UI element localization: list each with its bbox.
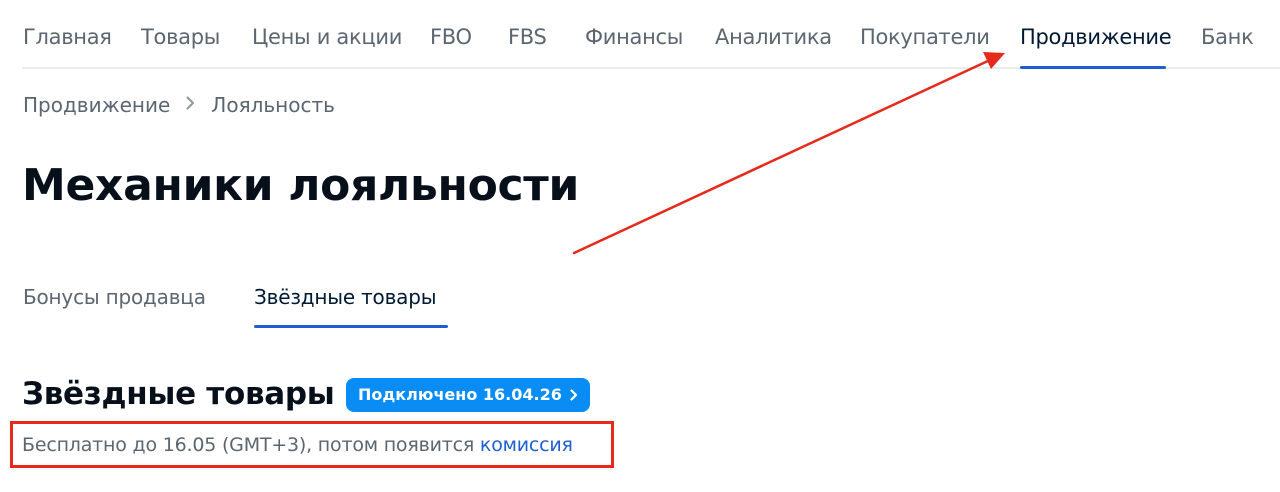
breadcrumb: Продвижение Лояльность [23,92,335,118]
nav-item-finance[interactable]: Финансы [585,24,683,50]
page-title: Механики лояльности [22,160,580,211]
tab-active-indicator [254,325,448,328]
nav-item-bank[interactable]: Банк [1201,24,1254,50]
nav-item-home[interactable]: Главная [23,24,112,50]
top-navigation: Главная Товары Цены и акции FBO FBS Фина… [0,0,1280,70]
status-badge-label: Подключено 16.04.26 [358,385,562,404]
nav-item-customers[interactable]: Покупатели [860,24,990,50]
nav-item-promotion[interactable]: Продвижение [1020,24,1172,50]
commission-info: Бесплатно до 16.05 (GMT+3), потом появит… [22,432,573,458]
nav-item-fbs[interactable]: FBS [508,24,547,50]
tab-seller-bonuses[interactable]: Бонусы продавца [23,284,206,310]
tab-star-products[interactable]: Звёздные товары [254,284,437,310]
nav-item-prices-promotions[interactable]: Цены и акции [252,24,402,50]
breadcrumb-current: Лояльность [211,93,335,117]
connected-status-badge[interactable]: Подключено 16.04.26 [346,378,590,412]
breadcrumb-promotion-link[interactable]: Продвижение [23,92,170,118]
nav-active-indicator [1020,66,1166,69]
loyalty-tabs: Бонусы продавца Звёздные товары [0,270,600,330]
nav-item-fbo[interactable]: FBO [430,24,472,50]
nav-item-products[interactable]: Товары [141,24,220,50]
annotation-arrow-icon [572,52,1005,255]
section-title: Звёздные товары [22,376,335,412]
commission-link[interactable]: комиссия [480,434,573,456]
chevron-right-icon [570,389,578,401]
chevron-right-icon [186,92,195,118]
nav-item-analytics[interactable]: Аналитика [715,24,832,50]
commission-info-text: Бесплатно до 16.05 (GMT+3), потом появит… [22,434,480,456]
